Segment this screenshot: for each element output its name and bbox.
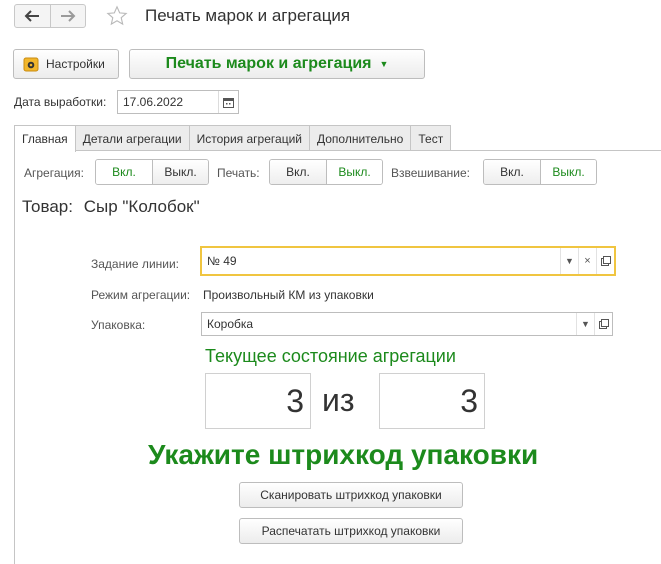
tab-additional[interactable]: Дополнительно — [308, 125, 412, 151]
pack-label: Упаковка: — [91, 318, 146, 332]
total-count-box: 3 — [379, 373, 485, 429]
aggregation-toggle-label: Агрегация: — [24, 166, 84, 180]
arrow-left-icon — [24, 10, 40, 22]
print-aggregation-menu-button[interactable]: Печать марок и агрегация ▼ — [129, 49, 425, 79]
aggregation-on-button[interactable]: Вкл. — [96, 160, 152, 184]
weighing-toggle-label: Взвешивание: — [391, 166, 471, 180]
weighing-toggle: Вкл. Выкл. — [483, 159, 597, 185]
print-on-button[interactable]: Вкл. — [270, 160, 326, 184]
print-toggle-label: Печать: — [217, 166, 260, 180]
dropdown-arrow-icon[interactable]: ▼ — [560, 248, 578, 274]
weighing-on-button[interactable]: Вкл. — [484, 160, 540, 184]
aggregation-toggle: Вкл. Выкл. — [95, 159, 209, 185]
task-label: Задание линии: — [91, 257, 180, 271]
product-value: Сыр "Колобок" — [83, 197, 200, 216]
scan-barcode-button[interactable]: Сканировать штрихкод упаковки — [239, 482, 463, 508]
count-separator: из — [322, 382, 355, 418]
back-button[interactable] — [15, 5, 50, 27]
weighing-off-button[interactable]: Выкл. — [540, 160, 596, 184]
open-icon[interactable] — [594, 313, 612, 335]
navigation-buttons — [14, 4, 86, 28]
task-value: № 49 — [207, 254, 237, 268]
print-toggle: Вкл. Выкл. — [269, 159, 383, 185]
forward-button[interactable] — [49, 5, 86, 27]
task-field[interactable]: № 49 ▼ × — [200, 246, 616, 276]
calendar-icon[interactable] — [218, 91, 238, 113]
product-line: Товар: Сыр "Колобок" — [22, 197, 200, 217]
total-count: 3 — [460, 383, 478, 419]
current-count: 3 — [286, 383, 304, 419]
aggregation-off-button[interactable]: Выкл. — [152, 160, 208, 184]
tab-aggregation-details[interactable]: Детали агрегации — [74, 125, 190, 151]
mode-value: Произвольный КМ из упаковки — [203, 288, 374, 302]
scan-prompt: Укажите штрихкод упаковки — [148, 439, 539, 470]
aggregation-state-title: Текущее состояние агрегации — [205, 346, 456, 366]
window-title: Печать марок и агрегация — [145, 6, 351, 25]
print-barcode-button[interactable]: Распечатать штрихкод упаковки — [239, 518, 463, 544]
settings-label: Настройки — [46, 57, 105, 71]
tab-aggregation-history[interactable]: История агрегаций — [188, 125, 310, 151]
tab-bar: Главная Детали агрегации История агрегац… — [14, 125, 452, 152]
settings-icon — [23, 57, 39, 72]
pack-field[interactable]: Коробка ▼ — [201, 312, 613, 336]
tab-main[interactable]: Главная — [14, 125, 76, 152]
product-label: Товар: — [22, 197, 73, 216]
production-date-value: 17.06.2022 — [123, 95, 184, 109]
dropdown-arrow-icon[interactable]: ▼ — [576, 313, 594, 335]
print-off-button[interactable]: Выкл. — [326, 160, 382, 184]
arrow-right-icon — [60, 10, 76, 22]
favorite-star-icon[interactable] — [106, 5, 128, 30]
mode-label: Режим агрегации: — [91, 288, 191, 302]
print-aggregation-label: Печать марок и агрегация — [165, 55, 372, 72]
tab-test[interactable]: Тест — [410, 125, 452, 151]
current-count-box: 3 — [205, 373, 311, 429]
settings-button[interactable]: Настройки — [13, 49, 119, 79]
clear-icon[interactable]: × — [578, 248, 596, 274]
chevron-down-icon: ▼ — [379, 59, 389, 69]
pack-value: Коробка — [207, 317, 254, 331]
open-icon[interactable] — [596, 248, 614, 274]
date-label: Дата выработки: — [14, 95, 107, 109]
production-date-field[interactable]: 17.06.2022 — [117, 90, 239, 114]
